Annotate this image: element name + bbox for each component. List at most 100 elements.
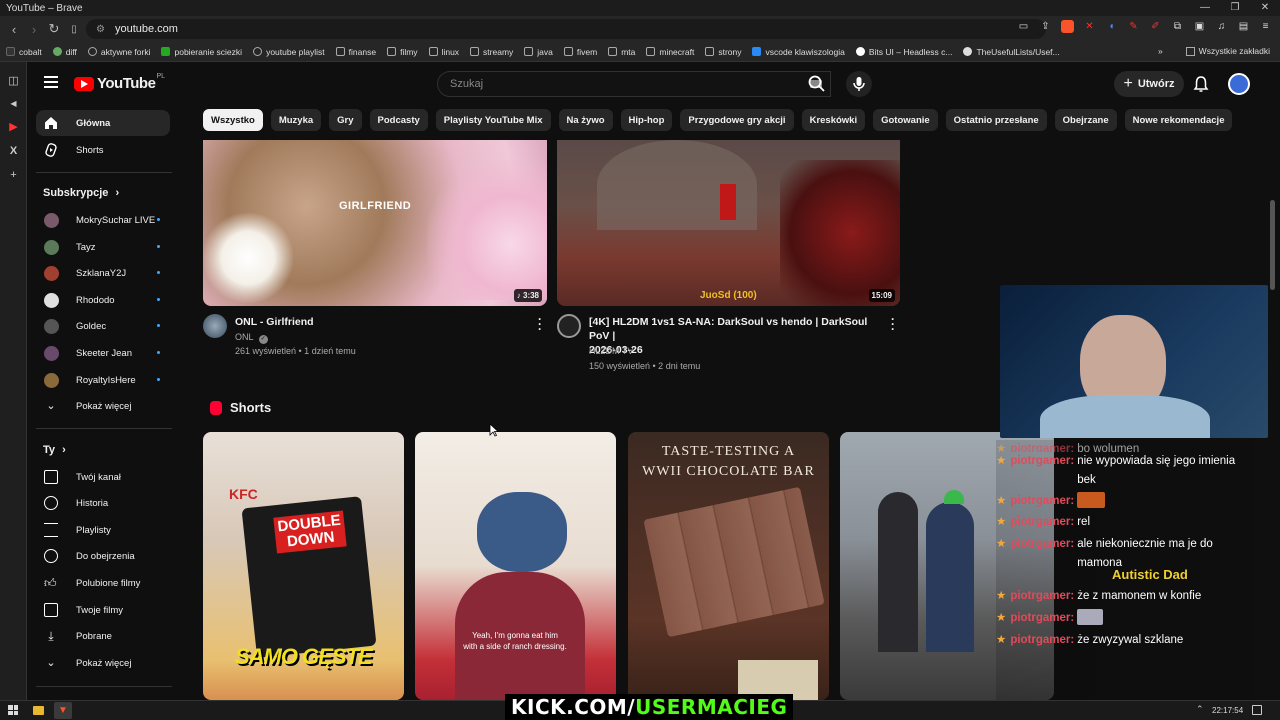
brave-shields-icon[interactable] (1061, 20, 1074, 33)
audio-icon[interactable]: ◀ (0, 99, 27, 108)
brave-taskbar-icon[interactable]: ▼ (54, 702, 72, 719)
sidebar-item-show-more[interactable]: ⌄ Pokaż więcej (36, 650, 170, 676)
you-heading[interactable]: Ty › (43, 444, 66, 456)
voice-search-button[interactable] (846, 71, 872, 97)
bookmark-folder[interactable]: mta (608, 47, 635, 57)
more-options-icon[interactable]: · · · (538, 313, 544, 335)
create-button[interactable]: + Utwórz (1114, 71, 1184, 97)
bookmark-folder[interactable]: java (524, 47, 553, 57)
chip[interactable]: Muzyka (270, 109, 322, 131)
bookmark-item[interactable]: aktywne forki (87, 47, 150, 57)
file-explorer-icon[interactable] (33, 706, 44, 715)
reload-icon[interactable]: ↻ (44, 21, 64, 37)
bookmark-item[interactable]: TheUsefulLists/Usef... (963, 47, 1060, 57)
back-icon[interactable]: ‹ (4, 22, 24, 37)
chip[interactable]: Na żywo (558, 109, 613, 131)
chip[interactable]: Obejrzane (1054, 109, 1117, 131)
bookmark-folder[interactable]: finanse (335, 47, 376, 57)
sidebar-item-show-more[interactable]: ⌄ Pokaż więcej (36, 393, 170, 419)
bookmark-item[interactable]: youtube playlist (253, 47, 325, 57)
sidebar-item-subscription[interactable]: SzklanaY2J (36, 260, 170, 286)
menu-icon[interactable]: ≡ (1259, 20, 1272, 33)
menu-icon[interactable] (44, 76, 58, 88)
sidebar-item-subscription[interactable]: Rhododo (36, 287, 170, 313)
x-icon[interactable]: X (0, 145, 27, 157)
sidebar-item-home[interactable]: Główna (36, 110, 170, 136)
sidebar-panel-icon[interactable]: ◫ (0, 74, 27, 87)
bookmark-folder[interactable]: filmy (387, 47, 418, 57)
channel-avatar[interactable] (557, 314, 581, 338)
extensions-icon[interactable]: ⧉ (1171, 20, 1184, 33)
sidebar-item-shorts[interactable]: Shorts (36, 137, 170, 163)
video-thumbnail[interactable]: JuoSd (100) 15:09 (557, 140, 900, 306)
channel-avatar[interactable] (203, 314, 227, 338)
bookmarks-overflow-icon[interactable]: » (1158, 46, 1163, 56)
bookmark-item[interactable]: Bits UI – Headless c... (855, 47, 952, 57)
bookmark-folder[interactable]: streamy (470, 47, 513, 57)
start-icon[interactable] (8, 705, 18, 715)
youtube-logo[interactable]: YouTube PL (74, 73, 165, 92)
sidebar-item-subscription[interactable]: Goldec (36, 313, 170, 339)
sidebar-item-subscription[interactable]: Tayz (36, 234, 170, 260)
address-bar[interactable]: ⚙ youtube.com (86, 19, 1046, 39)
bookmark-item[interactable]: cobalt (6, 47, 42, 57)
maximize-button[interactable]: ❐ (1220, 0, 1250, 16)
search-icon[interactable] (808, 75, 826, 93)
sidebar-item-subscription[interactable]: RoyaltyIsHere (36, 367, 170, 393)
cast-icon[interactable]: ▭ (1017, 20, 1030, 33)
close-button[interactable]: ✕ (1250, 0, 1280, 16)
sidebar-item-your-videos[interactable]: Twoje filmy (36, 597, 170, 623)
search-input[interactable]: Szukaj (437, 71, 831, 97)
page-scrollbar[interactable] (1270, 200, 1275, 290)
sidebar-item-your-channel[interactable]: Twój kanał (36, 464, 170, 490)
short-card[interactable]: Yeah, I'm gonna eat him with a side of r… (415, 432, 616, 700)
bookmark-folder[interactable]: minecraft (646, 47, 694, 57)
forward-icon[interactable]: › (24, 22, 44, 37)
sidebar-item-downloads[interactable]: ⤓ Pobrane (36, 623, 170, 649)
chip[interactable]: Wszystko (203, 109, 263, 131)
sidebar-item-history[interactable]: Historia (36, 490, 170, 516)
chip[interactable]: Gotowanie (873, 109, 938, 131)
bookmark-folder[interactable]: fivem (563, 47, 597, 57)
chip[interactable]: Kreskówki (801, 109, 866, 131)
sidebar-item-liked[interactable]: 👍︎ Polubione filmy (36, 570, 170, 596)
extension-script-icon[interactable]: ✐ (1149, 20, 1162, 33)
extension-red-icon[interactable]: ✕ (1083, 20, 1096, 33)
media-icon[interactable]: ♫ (1215, 20, 1228, 33)
chip[interactable]: Ostatnio przesłane (945, 109, 1047, 131)
chip[interactable]: Gry (329, 109, 362, 131)
video-title[interactable]: [4K] HL2DM 1vs1 SA-NA: DarkSoul vs hendo… (589, 315, 889, 357)
tray-chevron-icon[interactable]: ⌃ (1196, 704, 1204, 715)
channel-name[interactable]: ONL ✓ (235, 332, 268, 344)
bookmark-folder[interactable]: strony (705, 47, 741, 57)
chip[interactable]: Playlisty YouTube Mix (435, 109, 551, 131)
channel-name[interactable]: HL2DM TV (589, 346, 633, 356)
sidebar-item-playlists[interactable]: Playlisty (36, 517, 170, 543)
wallet-icon[interactable]: ▤ (1237, 20, 1250, 33)
sidebar-item-subscription[interactable]: Skeeter Jean (36, 340, 170, 366)
extension-blue-icon[interactable]: ◖ (1105, 20, 1118, 33)
more-options-icon[interactable]: · · · (891, 313, 897, 335)
youtube-tab-icon[interactable]: ▶ (0, 120, 27, 133)
notification-icon[interactable] (1252, 705, 1262, 715)
account-avatar[interactable] (1228, 73, 1250, 95)
sidebar-item-watch-later[interactable]: Do obejrzenia (36, 543, 170, 569)
bookmark-item[interactable]: diff (52, 47, 77, 57)
chip[interactable]: Hip-hop (620, 109, 673, 131)
extension-pin-icon[interactable]: ✎ (1127, 20, 1140, 33)
chip[interactable]: Przygodowe gry akcji (680, 109, 794, 131)
share-icon[interactable]: ⇪ (1039, 20, 1052, 33)
sidebar-item-subscription[interactable]: MokrySuchar LIVE (36, 207, 170, 233)
minimize-button[interactable]: — (1190, 0, 1220, 16)
bookmark-folder[interactable]: linux (428, 47, 459, 57)
video-title[interactable]: ONL - Girlfriend (235, 315, 515, 329)
notifications-icon[interactable] (1192, 75, 1210, 93)
video-thumbnail[interactable]: GIRLFRIEND ♪ 3:38 (203, 140, 547, 306)
bookmark-item[interactable]: pobieranie sciezki (161, 47, 242, 57)
bookmark-item[interactable]: vscode klawiszologia (752, 47, 845, 57)
all-bookmarks[interactable]: Wszystkie zakładki (1185, 46, 1270, 56)
subscriptions-heading[interactable]: Subskrypcje › (43, 187, 119, 199)
site-info-icon[interactable]: ⚙ (96, 24, 105, 35)
short-card[interactable]: KFC DOUBLE DOWN SAMO GĘSTE (203, 432, 404, 700)
add-panel-icon[interactable]: + (0, 169, 27, 181)
